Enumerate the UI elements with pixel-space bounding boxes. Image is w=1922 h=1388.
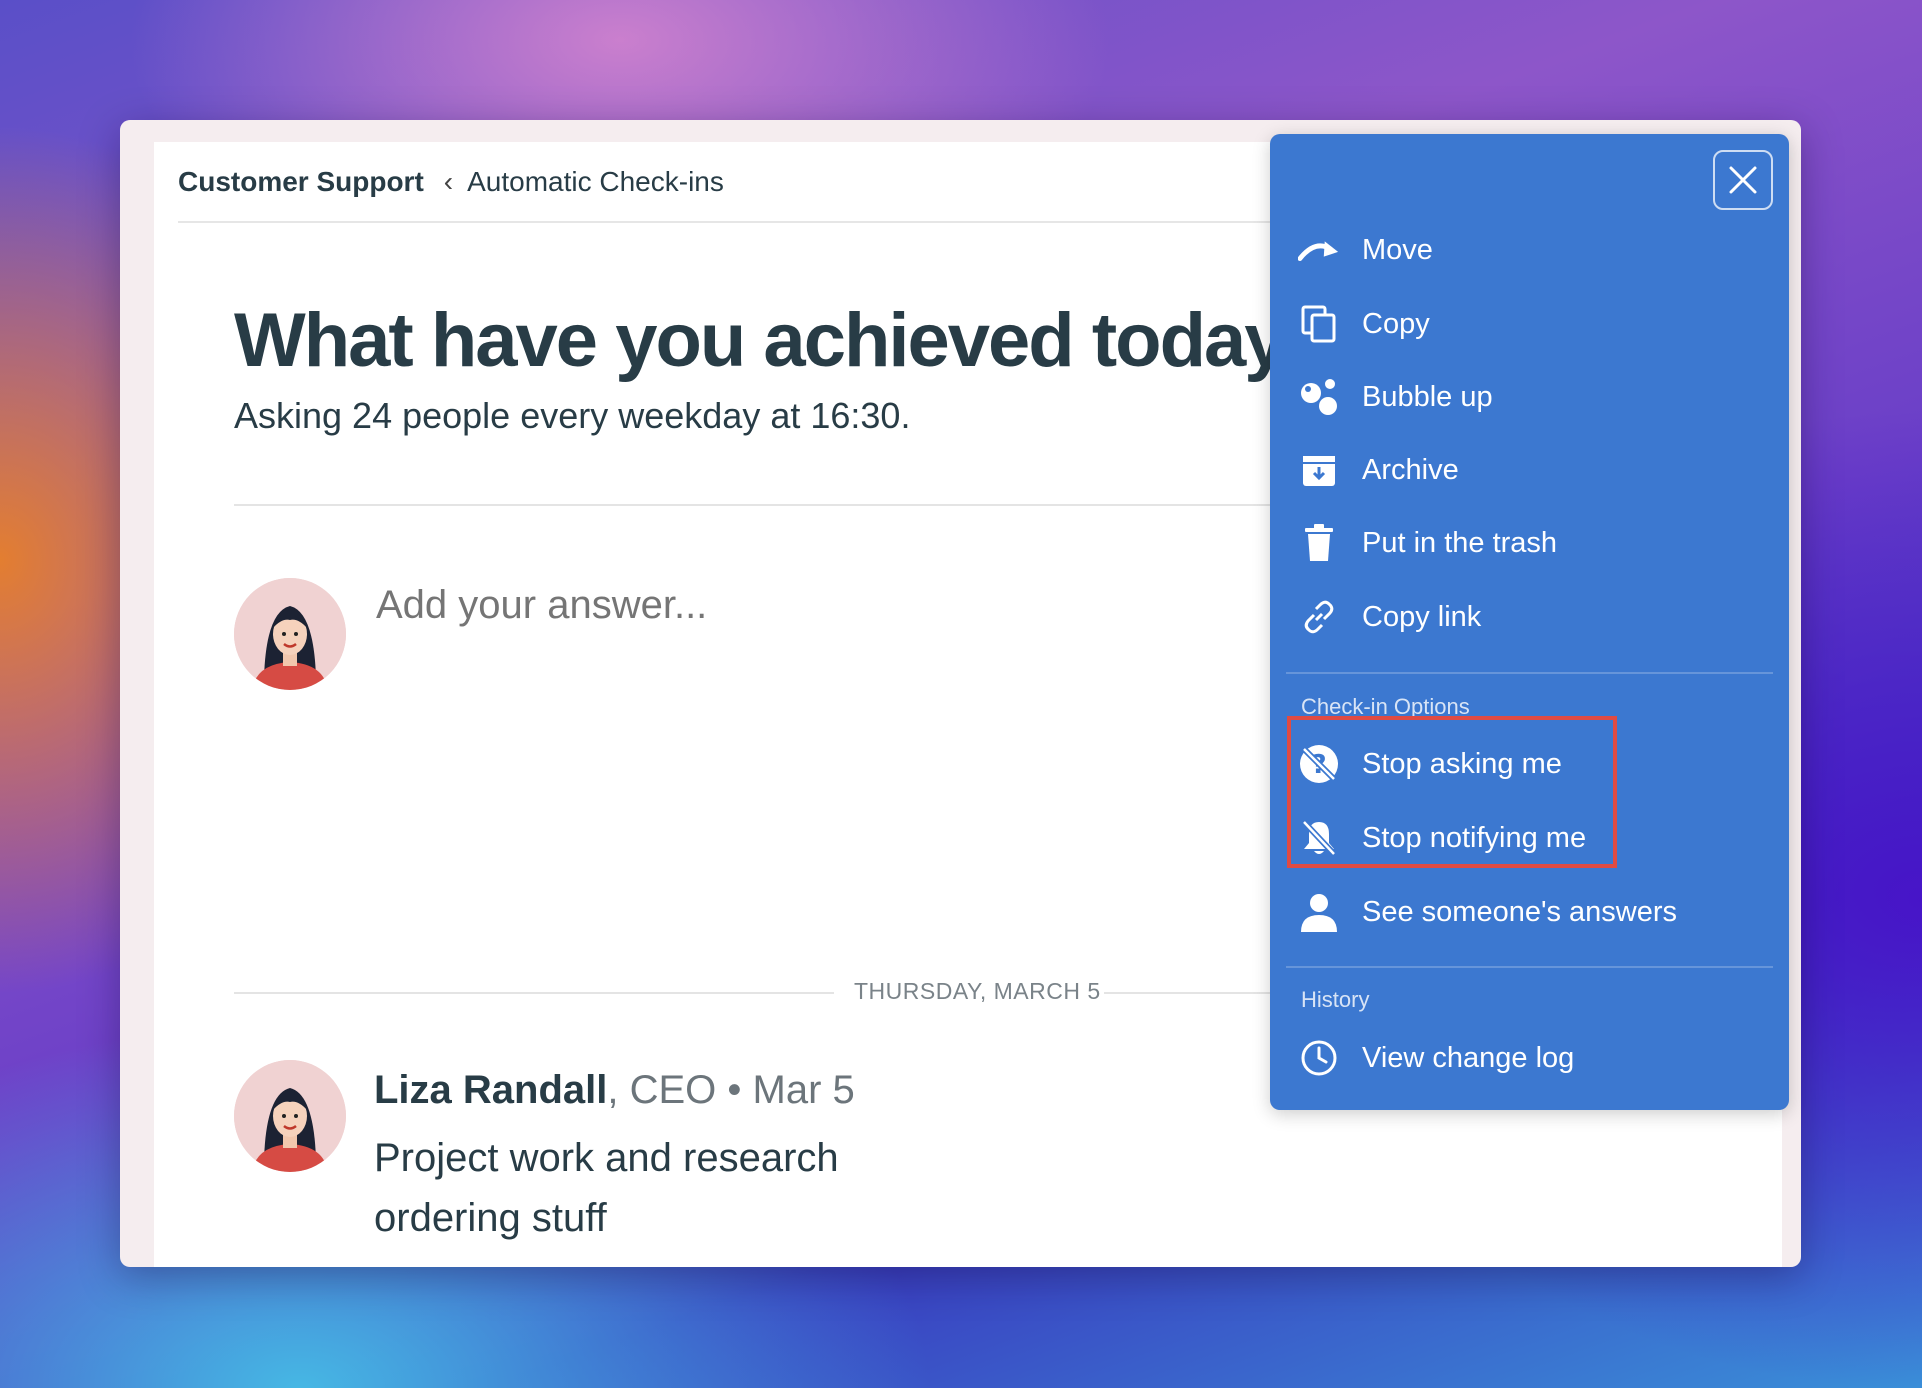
menu-item-see-answers[interactable]: See someone's answers [1298,882,1677,942]
menu-item-archive[interactable]: Archive [1298,440,1459,500]
history-heading: History [1301,987,1370,1012]
menu-item-label: View change log [1362,1041,1575,1074]
person-icon [1298,891,1340,933]
close-icon [1729,166,1757,194]
bubble-up-icon [1298,376,1340,418]
menu-item-label: See someone's answers [1362,895,1678,928]
entry-meta: Liza Randall, CEO • Mar 5 [374,1068,855,1113]
menu-item-copy[interactable]: Copy [1298,294,1430,354]
menu-item-label: Copy [1362,307,1430,340]
menu-item-label: Put in the trash [1362,526,1558,559]
date-divider-line-left [234,992,834,994]
entry-body-line: ordering stuff [374,1196,607,1240]
menu-item-label: Stop asking me [1362,747,1562,780]
entry-date[interactable]: Mar 5 [753,1068,855,1112]
menu-divider [1286,966,1773,968]
menu-item-label: Move [1362,233,1433,266]
menu-divider [1286,672,1773,674]
entry-meta-dot: • [716,1068,753,1112]
menu-item-move[interactable]: Move [1298,220,1433,280]
menu-item-bubble-up[interactable]: Bubble up [1298,367,1493,427]
menu-item-change-log[interactable]: View change log [1298,1028,1574,1088]
date-divider-label: THURSDAY, MARCH 5 [854,978,1101,1004]
archive-icon [1298,449,1340,491]
copy-icon [1298,303,1340,345]
menu-item-copy-link[interactable]: Copy link [1298,587,1481,647]
close-menu-button[interactable] [1713,150,1773,210]
checkin-options-heading: Check-in Options [1301,694,1470,719]
page-title: What have you achieved today? [234,298,1331,383]
options-menu: Move Copy Bubble up Archive Put in the t… [1270,134,1789,1110]
answer-input[interactable] [374,582,1078,629]
trash-icon [1298,522,1340,564]
move-icon [1298,229,1340,271]
avatar [234,578,346,690]
menu-item-label: Archive [1362,453,1459,486]
link-icon [1298,596,1340,638]
menu-item-label: Copy link [1362,600,1482,633]
bell-off-icon [1298,817,1340,859]
entry-body: Project work and research ordering stuff [374,1128,839,1248]
menu-item-stop-asking[interactable]: ? Stop asking me [1298,734,1562,794]
entry-author-name[interactable]: Liza Randall [374,1068,607,1112]
clock-icon [1298,1037,1340,1079]
entry-author-role: , CEO [607,1068,717,1112]
stop-asking-icon: ? [1298,743,1340,785]
menu-item-label: Stop notifying me [1362,821,1587,854]
breadcrumb-tool-link[interactable]: Automatic Check-ins [467,166,724,198]
menu-item-label: Bubble up [1362,380,1493,413]
menu-item-stop-notifying[interactable]: Stop notifying me [1298,808,1586,868]
breadcrumb-project-link[interactable]: Customer Support [178,166,424,198]
entry-body-line: Project work and research [374,1136,839,1180]
avatar [234,1060,346,1172]
page-subtitle: Asking 24 people every weekday at 16:30. [234,395,911,436]
breadcrumb-separator: ‹ [443,165,454,197]
menu-item-trash[interactable]: Put in the trash [1298,513,1557,573]
